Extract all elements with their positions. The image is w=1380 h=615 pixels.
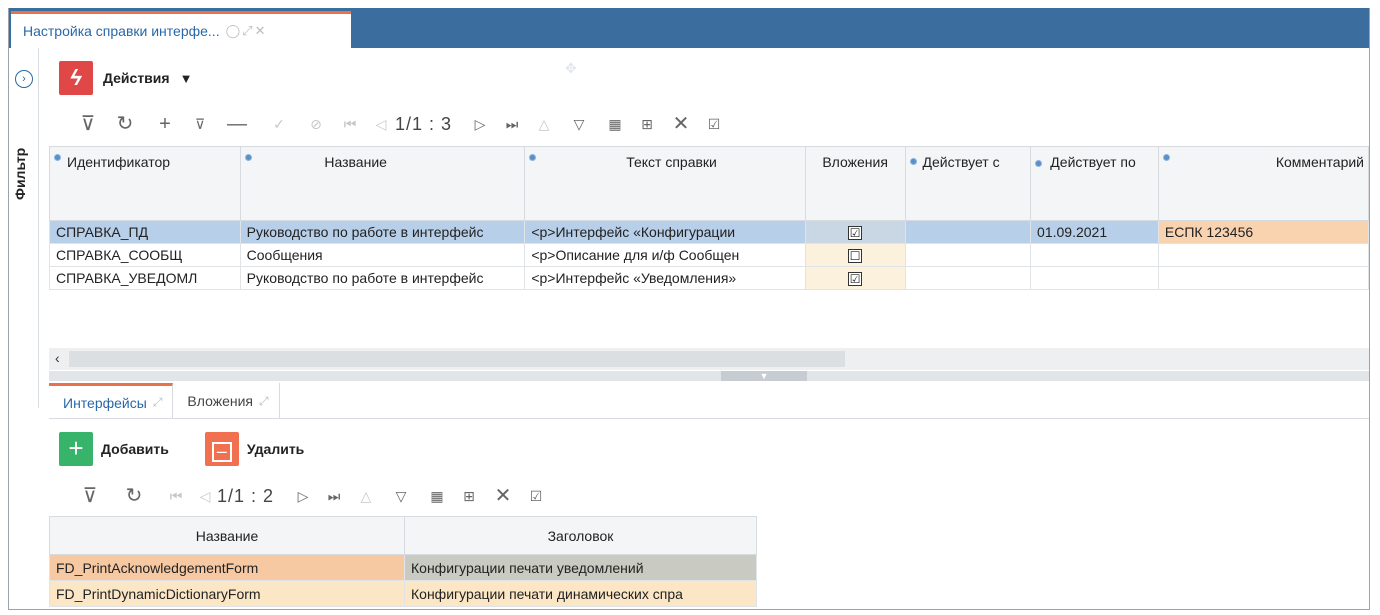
prev-page-icon: ◁ xyxy=(375,116,387,132)
last-page-icon[interactable]: ⏭ xyxy=(317,484,351,508)
lightning-icon: ϟ xyxy=(59,61,93,95)
remove-icon[interactable]: — xyxy=(215,112,259,136)
horizontal-scrollbar[interactable]: ‹ xyxy=(49,348,1369,370)
actions-menu[interactable]: ϟ Действия ▼ xyxy=(59,61,192,95)
sort-up-icon: △ xyxy=(538,116,550,132)
refresh-icon[interactable]: ↻ xyxy=(105,112,145,136)
filter-clear-icon[interactable]: ⊽ xyxy=(185,112,215,136)
check-icon: ✓ xyxy=(273,116,285,132)
tab-bar: Настройка справки интерфе... ◯ ⤢ ✕ xyxy=(9,8,1369,48)
tab-title: Настройка справки интерфе... xyxy=(23,23,220,39)
sort-down-icon[interactable]: ▽ xyxy=(381,484,421,508)
add-icon[interactable]: + xyxy=(145,112,185,136)
drag-handle-icon: ✥ xyxy=(565,60,577,76)
filter-label: Фильтр xyxy=(12,147,28,200)
caret-down-icon: ▼ xyxy=(179,70,193,86)
col-header-comment[interactable]: Комментарий xyxy=(1157,146,1369,221)
scroll-left-icon[interactable]: ‹ xyxy=(55,350,60,366)
table-row[interactable]: СПРАВКА_УВЕДОМЛ Руководство по работе в … xyxy=(49,266,1369,290)
table-row[interactable]: FD_PrintAcknowledgementForm Конфигурации… xyxy=(49,554,757,581)
next-page-icon[interactable]: ▷ xyxy=(289,484,317,508)
attachments-checkbox: ☑ xyxy=(848,272,863,286)
table-row[interactable]: СПРАВКА_ПД Руководство по работе в интер… xyxy=(49,220,1369,244)
refresh-icon[interactable]: ↻ xyxy=(109,484,159,508)
sort-up-icon: △ xyxy=(360,488,372,504)
filter-icon[interactable]: ⊽ xyxy=(71,484,109,508)
plus-icon[interactable]: + xyxy=(59,432,93,466)
detail-actions: + Добавить – Удалить xyxy=(59,432,340,466)
select-icon[interactable]: ☑ xyxy=(699,112,729,136)
splitter[interactable]: ▼ xyxy=(49,371,1369,381)
col-header-attachments[interactable]: Вложения xyxy=(804,146,906,221)
minus-icon[interactable]: – xyxy=(204,432,239,466)
filter-panel: › Фильтр xyxy=(9,48,39,408)
first-page-icon: ⏮ xyxy=(343,116,357,132)
tab-active[interactable]: Настройка справки интерфе... ◯ ⤢ ✕ xyxy=(11,11,351,48)
expand-icon[interactable]: ⤢ xyxy=(259,394,269,409)
col-header-valid-to[interactable]: Действует по xyxy=(1030,146,1159,221)
expand-icon[interactable]: ⤢ xyxy=(153,395,163,410)
table-row[interactable]: FD_PrintDynamicDictionaryForm Конфигурац… xyxy=(49,580,757,607)
tab-attachments[interactable]: Вложения ⤢ xyxy=(173,383,280,419)
splitter-grip-icon[interactable]: ▼ xyxy=(721,371,807,381)
grid-icon[interactable]: ▦ xyxy=(421,484,453,508)
pager: 1/1 : 3 xyxy=(395,113,453,134)
last-page-icon[interactable]: ⏭ xyxy=(495,112,529,136)
filter-icon[interactable]: ⊽ xyxy=(71,112,105,136)
clear-icon[interactable]: ✕ xyxy=(663,112,699,136)
clear-icon[interactable]: ✕ xyxy=(485,484,521,508)
col-header-id[interactable]: Идентификатор xyxy=(49,146,241,221)
refresh-icon[interactable]: ◯ xyxy=(226,23,241,38)
col-header-name[interactable]: Название xyxy=(239,146,526,221)
actions-label: Действия xyxy=(103,70,170,86)
pager: 1/1 : 2 xyxy=(217,485,275,506)
main-toolbar: ⊽ ↻ + ⊽ — ✓ ⊘ ⏮ ◁ 1/1 : 3 ▷ ⏭ △ ▽ ▦ ⊞ ✕ … xyxy=(71,112,729,136)
detail-grid: Название Заголовок FD_PrintAcknowledgeme… xyxy=(49,516,757,607)
grid-icon[interactable]: ▦ xyxy=(599,112,631,136)
chevron-right-icon[interactable]: › xyxy=(15,70,33,88)
window: Настройка справки интерфе... ◯ ⤢ ✕ › Фильт… xyxy=(8,8,1370,610)
expand-icon[interactable]: ⤢ xyxy=(242,23,252,38)
attachments-checkbox: ☑ xyxy=(848,226,863,240)
col-header-valid-from[interactable]: Действует с xyxy=(904,146,1032,221)
select-icon[interactable]: ☑ xyxy=(521,484,551,508)
col-header-title[interactable]: Заголовок xyxy=(404,516,757,555)
col-header-name[interactable]: Название xyxy=(49,516,405,555)
detail-toolbar: ⊽ ↻ ⏮ ◁ 1/1 : 2 ▷ ⏭ △ ▽ ▦ ⊞ ✕ ☑ xyxy=(71,484,551,508)
add-button[interactable]: Добавить xyxy=(101,441,169,457)
next-page-icon[interactable]: ▷ xyxy=(465,112,495,136)
prev-page-icon: ◁ xyxy=(199,488,211,504)
expand-rows-icon[interactable]: ⊞ xyxy=(453,484,485,508)
tab-interfaces[interactable]: Интерфейсы ⤢ xyxy=(49,383,174,419)
first-page-icon: ⏮ xyxy=(169,488,183,504)
sort-down-icon[interactable]: ▽ xyxy=(559,112,599,136)
filter-label-container[interactable]: Фильтр xyxy=(12,106,36,200)
detail-tabs: Интерфейсы ⤢ Вложения ⤢ xyxy=(49,383,1369,419)
delete-button[interactable]: Удалить xyxy=(247,441,304,457)
attachments-checkbox: ☐ xyxy=(848,249,863,263)
table-row[interactable]: СПРАВКА_СООБЩ Сообщения <p>Описание для … xyxy=(49,243,1369,267)
scrollbar-thumb[interactable] xyxy=(69,351,845,367)
main-grid: Идентификатор Название Текст справки Вло… xyxy=(49,146,1369,290)
expand-rows-icon[interactable]: ⊞ xyxy=(631,112,663,136)
close-icon[interactable]: ✕ xyxy=(255,23,266,38)
cancel-icon: ⊘ xyxy=(310,116,322,132)
col-header-text[interactable]: Текст справки xyxy=(524,146,806,221)
